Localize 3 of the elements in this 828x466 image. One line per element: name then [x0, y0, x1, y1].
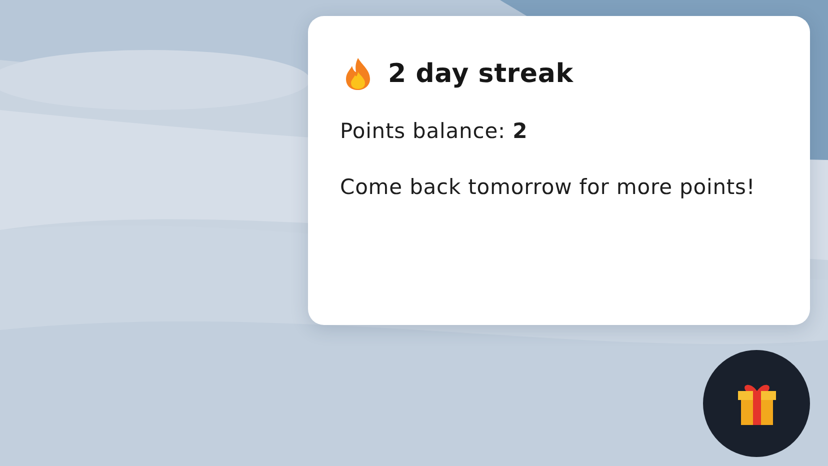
message-text: Come back tomorrow for more points! — [340, 174, 756, 201]
points-balance: Points balance: 2 — [340, 118, 529, 145]
streak-title: 2 day streak — [388, 59, 574, 89]
